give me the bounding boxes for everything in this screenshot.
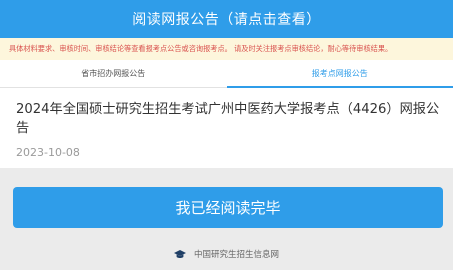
footer-site-name: 中国研究生招生信息网 xyxy=(193,250,279,260)
announcement-title[interactable]: 2024年全国硕士研究生招生考试广州中医药大学报考点（4426）网报公告 xyxy=(16,100,441,138)
announcement-item[interactable]: 2024年全国硕士研究生招生考试广州中医药大学报考点（4426）网报公告 202… xyxy=(0,88,453,168)
graduation-cap-icon xyxy=(173,249,186,258)
header-bar: 阅读网报公告（请点击查看） xyxy=(0,0,453,38)
tab-label: 省市招办网报公告 xyxy=(81,69,146,78)
confirm-read-button[interactable]: 我已经阅读完毕 xyxy=(13,187,443,228)
footer: 中国研究生招生信息网 xyxy=(0,246,453,262)
announcement-date: 2023-10-08 xyxy=(16,146,80,159)
tab-provincial-announcement[interactable]: 省市招办网报公告 xyxy=(0,60,227,88)
announcement-tabs: 省市招办网报公告 报考点网报公告 xyxy=(0,60,453,88)
notice-text: 具体材料要求、审核时间、审核结论等查看报考点公告或咨询报考点。 请及时关注报考点… xyxy=(9,44,393,53)
notice-page: 阅读网报公告（请点击查看） 具体材料要求、审核时间、审核结论等查看报考点公告或咨… xyxy=(0,0,453,270)
tab-exam-site-announcement[interactable]: 报考点网报公告 xyxy=(226,60,453,88)
notice-banner: 具体材料要求、审核时间、审核结论等查看报考点公告或咨询报考点。 请及时关注报考点… xyxy=(0,38,453,60)
page-title: 阅读网报公告（请点击查看） xyxy=(132,12,321,28)
tab-label: 报考点网报公告 xyxy=(311,68,368,78)
